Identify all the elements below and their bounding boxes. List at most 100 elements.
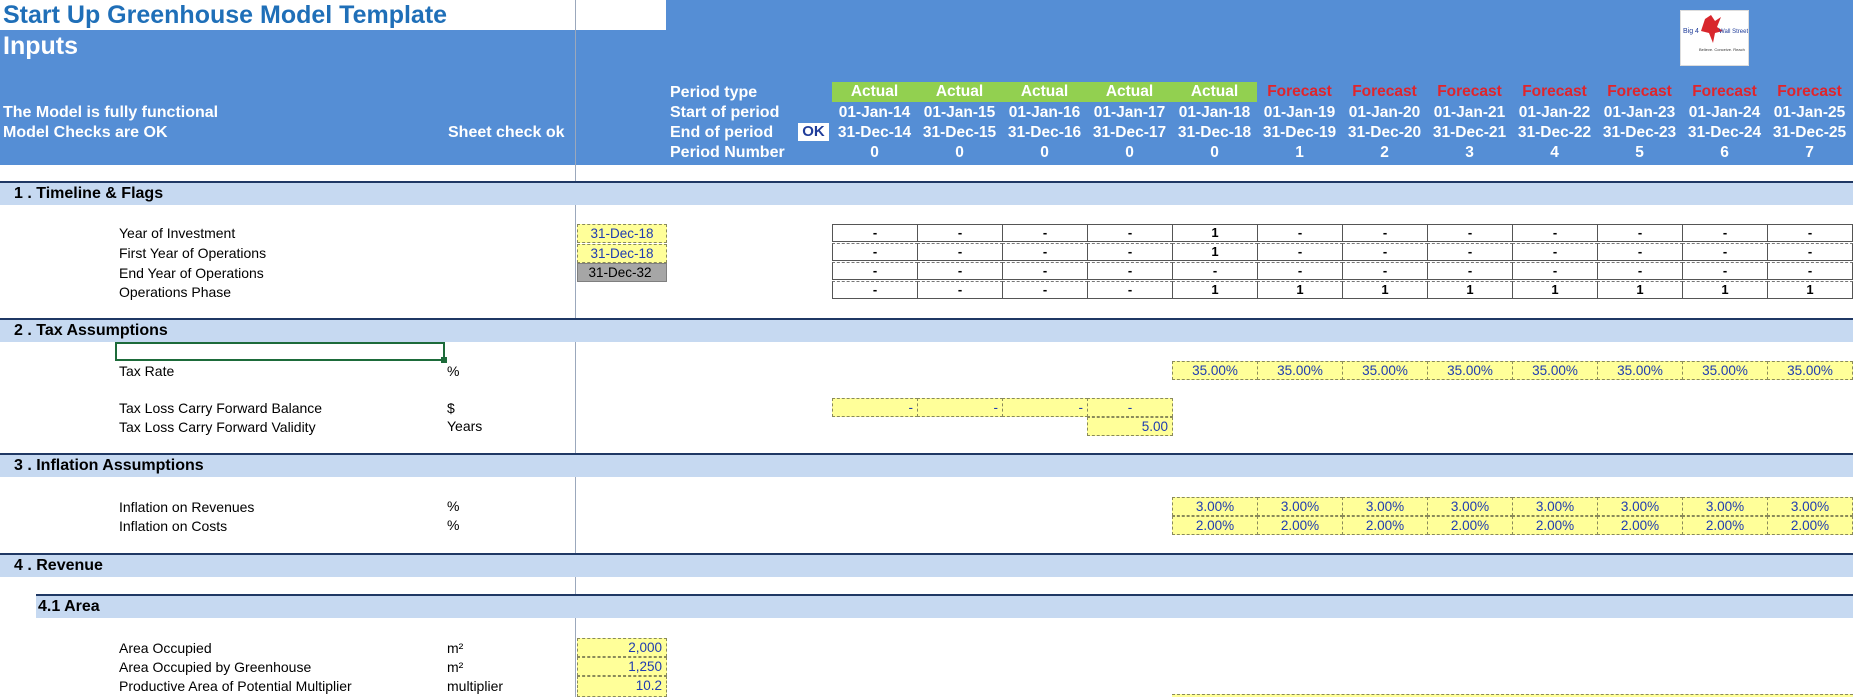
flag-cell: -: [832, 243, 918, 261]
flag-cell: -: [1767, 224, 1853, 242]
period-type-cell: Actual: [832, 82, 917, 102]
flag-cell: 1: [1427, 281, 1513, 299]
flag-cell: -: [1172, 262, 1258, 280]
flag-cell: -: [1257, 262, 1343, 280]
inflation-cost-input[interactable]: 2.00%: [1682, 516, 1768, 535]
period-type-cell: Actual: [1087, 82, 1172, 102]
flag-cell: -: [917, 243, 1003, 261]
period-number-cell: 0: [955, 144, 964, 161]
tlcf-validity-input[interactable]: 5.00: [1087, 417, 1173, 436]
flag-cell: -: [1427, 224, 1513, 242]
end-date-cell: 31-Dec-18: [1177, 124, 1252, 141]
flag-cell: 1: [1682, 281, 1768, 299]
tlcf-balance-input[interactable]: -: [917, 398, 1003, 417]
flag-cell: -: [1682, 224, 1768, 242]
row-label-productive-area-multiplier: Productive Area of Potential Multiplier: [119, 678, 352, 694]
row-label-inflation-revenues: Inflation on Revenues: [119, 499, 255, 515]
tlcf-balance-input[interactable]: -: [1002, 398, 1088, 417]
unit-label: %: [447, 363, 460, 379]
area-greenhouse-input[interactable]: 1,250: [577, 657, 667, 676]
end-of-period-label: End of period: [670, 124, 774, 141]
period-number-cell: 4: [1550, 144, 1559, 161]
flag-cell: -: [1597, 224, 1683, 242]
inflation-cost-input[interactable]: 2.00%: [1172, 516, 1258, 535]
flag-cell: 1: [1597, 281, 1683, 299]
end-date-cell: 31-Dec-25: [1772, 124, 1847, 141]
tlcf-balance-input[interactable]: -: [1087, 398, 1173, 417]
inflation-revenue-input[interactable]: 3.00%: [1597, 497, 1683, 516]
inflation-cost-input[interactable]: 2.00%: [1427, 516, 1513, 535]
row-label-area-greenhouse: Area Occupied by Greenhouse: [119, 659, 312, 675]
tlcf-balance-input[interactable]: -: [832, 398, 918, 417]
flag-cell: -: [1087, 243, 1173, 261]
tax-rate-input[interactable]: 35.00%: [1427, 361, 1513, 380]
period-number-cell: 6: [1720, 144, 1729, 161]
area-occupied-input[interactable]: 2,000: [577, 638, 667, 657]
active-cell-selection[interactable]: [115, 342, 445, 361]
unit-label: %: [447, 498, 460, 514]
tax-rate-input[interactable]: 35.00%: [1172, 361, 1258, 380]
flag-cell: -: [1002, 281, 1088, 299]
inflation-cost-input[interactable]: 2.00%: [1342, 516, 1428, 535]
inflation-cost-input[interactable]: 2.00%: [1767, 516, 1853, 535]
inflation-revenue-input[interactable]: 3.00%: [1342, 497, 1428, 516]
period-number-cell: 2: [1380, 144, 1389, 161]
productive-area-multiplier-input[interactable]: 10.2: [577, 676, 667, 697]
row-label-area-occupied: Area Occupied: [119, 640, 212, 656]
row-label-year-of-investment: Year of Investment: [119, 225, 236, 241]
end-date-cell: 31-Dec-16: [1007, 124, 1082, 141]
inflation-cost-input[interactable]: 2.00%: [1512, 516, 1598, 535]
section-title-tax: 2 . Tax Assumptions: [14, 322, 168, 339]
flag-cell: -: [1342, 262, 1428, 280]
flag-cell: 1: [1342, 281, 1428, 299]
end-date-cell: 31-Dec-14: [837, 124, 912, 141]
tax-rate-input[interactable]: 35.00%: [1257, 361, 1343, 380]
inflation-revenue-input[interactable]: 3.00%: [1767, 497, 1853, 516]
flag-cell: -: [1512, 262, 1598, 280]
tax-rate-input[interactable]: 35.00%: [1342, 361, 1428, 380]
start-date-cell: 01-Jan-22: [1518, 104, 1591, 121]
inflation-revenue-input[interactable]: 3.00%: [1682, 497, 1768, 516]
period-type-cell: Forecast: [1692, 83, 1757, 100]
row-label-inflation-costs: Inflation on Costs: [119, 518, 228, 534]
flag-cell: 1: [1172, 224, 1258, 242]
flag-cell: -: [1427, 243, 1513, 261]
section-header-revenue: [0, 555, 1853, 577]
company-logo: Big 4 Wall Street Believe. Conceive. Rea…: [1680, 10, 1749, 66]
flag-cell: -: [1087, 262, 1173, 280]
flag-cell: -: [1512, 224, 1598, 242]
subsection-header-area: [36, 596, 1853, 618]
end-date-cell: 31-Dec-15: [922, 124, 997, 141]
inflation-cost-input[interactable]: 2.00%: [1597, 516, 1683, 535]
tax-rate-input[interactable]: 35.00%: [1767, 361, 1853, 380]
tax-rate-input[interactable]: 35.00%: [1682, 361, 1768, 380]
year-of-investment-input[interactable]: 31-Dec-18: [577, 224, 667, 243]
flag-cell: -: [1087, 281, 1173, 299]
period-number-cell: 0: [1040, 144, 1049, 161]
section-title-revenue: 4 . Revenue: [14, 557, 103, 574]
end-date-cell: 31-Dec-21: [1432, 124, 1507, 141]
flag-cell: -: [1682, 262, 1768, 280]
tax-rate-input[interactable]: 35.00%: [1597, 361, 1683, 380]
unit-label: $: [447, 400, 455, 416]
inflation-revenue-input[interactable]: 3.00%: [1427, 497, 1513, 516]
inflation-revenue-input[interactable]: 3.00%: [1257, 497, 1343, 516]
flag-cell: -: [1257, 224, 1343, 242]
period-type-cell: Actual: [917, 82, 1002, 102]
inflation-revenue-input[interactable]: 3.00%: [1172, 497, 1258, 516]
end-date-cell: 31-Dec-24: [1687, 124, 1762, 141]
inflation-revenue-input[interactable]: 3.00%: [1512, 497, 1598, 516]
tax-rate-input[interactable]: 35.00%: [1512, 361, 1598, 380]
inflation-cost-input[interactable]: 2.00%: [1257, 516, 1343, 535]
first-year-operations-input[interactable]: 31-Dec-18: [577, 244, 667, 263]
svg-text:Big 4: Big 4: [1683, 28, 1699, 35]
ok-badge: OK: [798, 123, 829, 141]
start-date-cell: 01-Jan-18: [1178, 104, 1251, 121]
start-date-cell: 01-Jan-23: [1603, 104, 1676, 121]
period-type-cell: Forecast: [1522, 83, 1587, 100]
flag-cell: -: [1427, 262, 1513, 280]
period-number-cell: 5: [1635, 144, 1644, 161]
start-date-cell: 01-Jan-24: [1688, 104, 1761, 121]
flag-cell: -: [832, 262, 918, 280]
start-date-cell: 01-Jan-16: [1008, 104, 1081, 121]
